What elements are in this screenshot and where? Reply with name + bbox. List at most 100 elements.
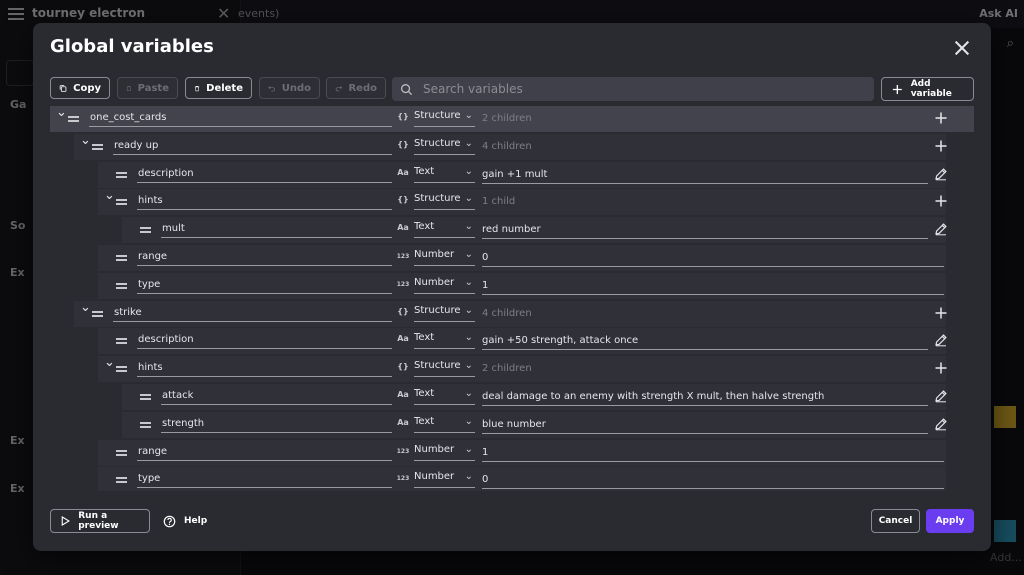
type-select[interactable]: Number ⌄	[414, 276, 475, 294]
type-select[interactable]: Text ⌄	[414, 415, 475, 433]
variable-row[interactable]: ⌄ hints{} Structure ⌄ 2 children	[98, 356, 948, 383]
variable-value-input[interactable]: 1	[482, 445, 944, 462]
drag-handle-icon[interactable]	[92, 143, 103, 150]
chevron-down-icon[interactable]: ⌄	[80, 134, 91, 147]
plus-icon[interactable]	[934, 111, 948, 125]
drag-handle-icon[interactable]	[140, 227, 151, 234]
pencil-icon[interactable]	[934, 333, 948, 347]
type-select[interactable]: Text ⌄	[414, 387, 475, 405]
variable-name-input[interactable]: type	[137, 277, 392, 294]
drag-handle-icon[interactable]	[140, 421, 151, 428]
variable-value-input[interactable]: blue number	[482, 417, 928, 434]
variable-name-input[interactable]: hints	[137, 360, 392, 378]
drag-handle-icon[interactable]	[116, 477, 127, 484]
add-variable-button[interactable]: Add variable	[881, 77, 974, 101]
type-select-value: Text	[414, 165, 435, 177]
redo-icon	[335, 85, 343, 91]
variable-value-input[interactable]: 1	[482, 278, 944, 295]
variable-row[interactable]: range 123 Number ⌄ 1	[98, 439, 946, 466]
variable-row[interactable]: mult Aa Text ⌄ red number	[122, 217, 948, 244]
variable-name-input[interactable]: type	[137, 471, 392, 489]
apply-button[interactable]: Apply	[926, 509, 974, 533]
variable-name-input[interactable]: strength	[161, 416, 392, 433]
chevron-down-icon[interactable]: ⌄	[104, 356, 115, 369]
structure-icon: {}	[397, 112, 409, 121]
close-icon[interactable]	[951, 37, 973, 59]
undo-button[interactable]: Undo	[259, 77, 320, 99]
variable-value-input[interactable]: gain +1 mult	[482, 167, 928, 184]
variable-row[interactable]: ⌄ ready up{} Structure ⌄ 4 children	[74, 133, 948, 160]
pencil-icon[interactable]	[934, 417, 948, 431]
plus-icon[interactable]	[934, 361, 948, 375]
variable-row[interactable]: description Aa Text ⌄ gain +50 strength, att…	[98, 328, 948, 355]
type-select[interactable]: Structure ⌄	[414, 304, 475, 322]
variable-value-input[interactable]: deal damage to an enemy with strength X …	[482, 389, 928, 406]
variable-name-input[interactable]: hints	[137, 193, 392, 211]
type-select-value: Structure	[414, 304, 461, 316]
search-input[interactable]	[421, 81, 874, 97]
type-select[interactable]: Number ⌄	[414, 248, 475, 266]
type-select[interactable]: Text ⌄	[414, 165, 475, 183]
variable-name-input[interactable]: range	[137, 444, 392, 461]
chevron-down-icon: ⌄	[464, 249, 473, 260]
drag-handle-icon[interactable]	[140, 394, 151, 400]
variable-row[interactable]: range 123 Number ⌄ 0	[98, 245, 946, 271]
run-preview-button[interactable]: Run a preview	[50, 509, 150, 533]
type-select[interactable]: Text ⌄	[414, 220, 475, 239]
drag-handle-icon[interactable]	[116, 282, 127, 289]
type-select[interactable]: Text ⌄	[414, 331, 475, 350]
drag-handle-icon[interactable]	[116, 366, 127, 373]
plus-icon[interactable]	[934, 306, 948, 320]
variable-value-input[interactable]: red number	[482, 222, 928, 240]
delete-button[interactable]: Delete	[185, 77, 252, 99]
drag-handle-icon[interactable]	[116, 199, 127, 206]
drag-handle-icon[interactable]	[116, 449, 127, 456]
plus-icon[interactable]	[934, 194, 948, 208]
variable-row[interactable]: ⌄ strike{} Structure ⌄ 4 children	[74, 300, 948, 327]
variable-name-input[interactable]: description	[137, 166, 392, 183]
cancel-button[interactable]: Cancel	[871, 509, 920, 533]
search-field[interactable]	[392, 77, 874, 101]
variable-name-input[interactable]: mult	[161, 221, 392, 239]
drag-handle-icon[interactable]	[68, 116, 79, 122]
variable-name-input[interactable]: strike	[113, 305, 392, 322]
variable-name-input[interactable]: attack	[161, 388, 392, 405]
variable-value-input[interactable]: 0	[482, 250, 944, 267]
pencil-icon[interactable]	[934, 389, 948, 403]
variable-row[interactable]: ⌄ hints{} Structure ⌄ 1 child	[98, 189, 948, 216]
variable-value-input[interactable]: 0	[482, 472, 944, 490]
pencil-icon[interactable]	[934, 222, 948, 236]
variable-row[interactable]: type 123 Number ⌄ 0	[98, 467, 946, 491]
variable-value-input[interactable]: gain +50 strength, attack once	[482, 333, 928, 351]
help-button[interactable]: Help	[159, 509, 211, 533]
drag-handle-icon[interactable]	[116, 338, 127, 345]
chevron-down-icon: ⌄	[464, 137, 473, 149]
variable-row[interactable]: attack Aa Text ⌄ deal damage to an enemy wit…	[122, 384, 948, 410]
type-select[interactable]: Structure ⌄	[414, 137, 475, 155]
variable-row[interactable]: description Aa Text ⌄ gain +1 mult	[98, 161, 948, 188]
chevron-down-icon[interactable]: ⌄	[56, 106, 67, 119]
drag-handle-icon[interactable]	[116, 171, 127, 178]
type-select[interactable]: Structure ⌄	[414, 359, 475, 378]
variable-row[interactable]: type 123 Number ⌄ 1	[98, 272, 946, 299]
variable-name-input[interactable]: description	[137, 332, 392, 350]
redo-button[interactable]: Redo	[326, 77, 386, 99]
chevron-down-icon[interactable]: ⌄	[104, 189, 115, 202]
variable-name-input[interactable]: range	[137, 249, 392, 266]
type-select[interactable]: Number ⌄	[414, 443, 475, 461]
drag-handle-icon[interactable]	[116, 255, 127, 261]
drag-handle-icon[interactable]	[92, 310, 103, 317]
type-select[interactable]: Structure ⌄	[414, 109, 475, 127]
type-select[interactable]: Number ⌄	[414, 470, 475, 489]
chevron-down-icon[interactable]: ⌄	[80, 301, 91, 314]
variable-row[interactable]: strength Aa Text ⌄ blue number	[122, 411, 948, 438]
plus-icon[interactable]	[934, 139, 948, 153]
copy-button[interactable]: Copy	[50, 77, 110, 99]
text-icon: Aa	[397, 223, 409, 233]
variable-name-input[interactable]: ready up	[113, 138, 392, 155]
variable-name-input[interactable]: one_cost_cards	[89, 110, 392, 127]
paste-button[interactable]: Paste	[117, 77, 178, 99]
pencil-icon[interactable]	[934, 167, 948, 181]
variable-row[interactable]: ⌄ one_cost_cards{} Structure ⌄ 2 children	[50, 106, 974, 132]
type-select[interactable]: Structure ⌄	[414, 192, 475, 211]
